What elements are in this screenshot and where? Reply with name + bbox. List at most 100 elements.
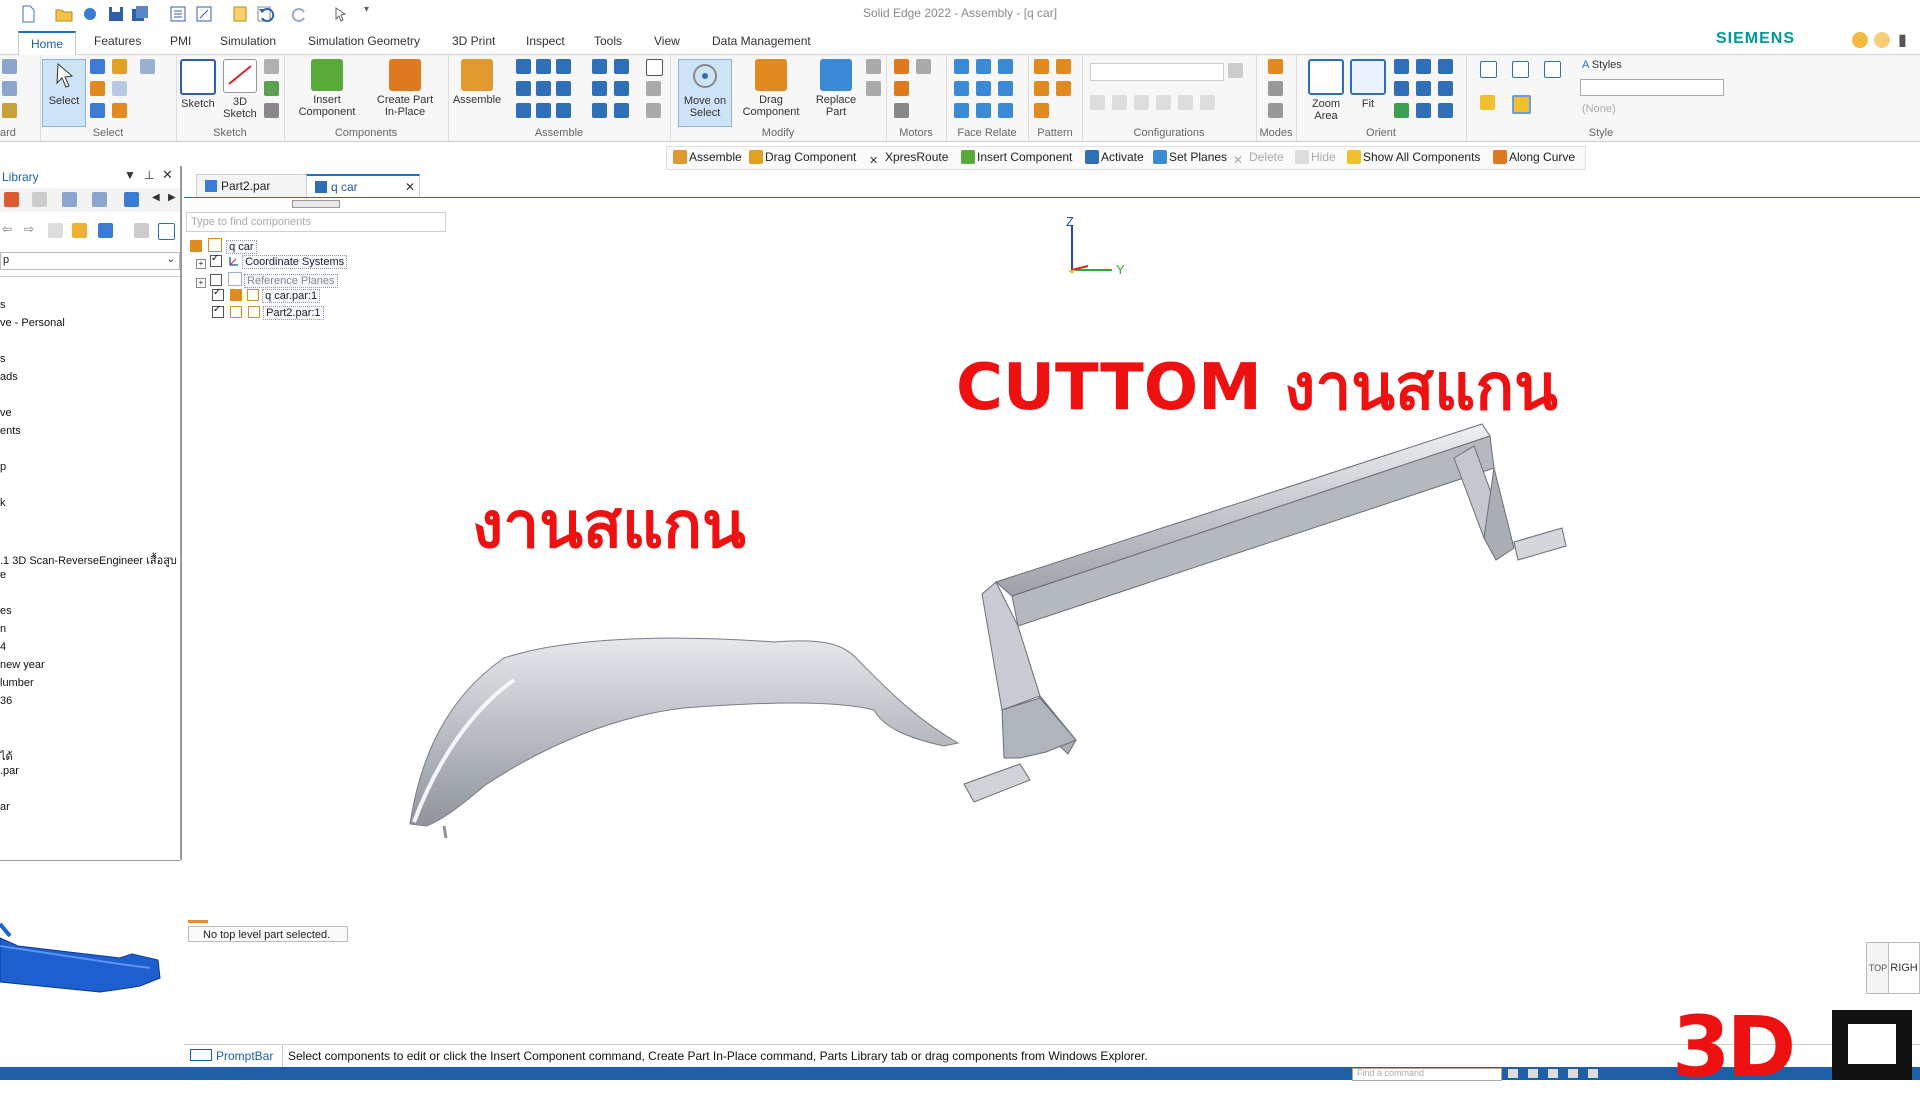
find-command-input[interactable]: Find a command	[1352, 1068, 1502, 1081]
view-cube-front-icon[interactable]	[1480, 61, 1497, 78]
select-box-icon[interactable]	[112, 81, 127, 96]
relation-assistant-icon[interactable]	[646, 103, 661, 118]
tab-tools[interactable]: Tools	[588, 34, 628, 48]
tab-features[interactable]: Features	[88, 34, 147, 48]
pattern-list-icon[interactable]	[1034, 103, 1049, 118]
list-item[interactable]: s	[0, 299, 6, 311]
tab-scroll-left-icon[interactable]: ◀	[152, 192, 160, 203]
cmd-hide[interactable]: Hide	[1295, 150, 1336, 164]
match-cs-icon[interactable]	[614, 81, 629, 96]
cmd-drag-component[interactable]: Drag Component	[749, 150, 856, 164]
custom-part[interactable]	[963, 423, 1567, 803]
close-tab-icon[interactable]: ✕	[405, 176, 415, 198]
filter-icon[interactable]	[134, 223, 149, 238]
list-item[interactable]: ads	[0, 371, 18, 383]
list-item[interactable]: ar	[0, 801, 10, 813]
promptbar-label[interactable]: PromptBar	[190, 1049, 273, 1063]
simulate-motor-icon[interactable]	[916, 59, 931, 74]
refresh-icon[interactable]	[1394, 103, 1409, 118]
mode-arrow-icon[interactable]	[1268, 103, 1283, 118]
cmd-activate[interactable]: Activate	[1085, 150, 1144, 164]
cmd-insert-component[interactable]: Insert Component	[961, 150, 1072, 164]
panel-options-icon[interactable]: ▼	[124, 168, 136, 182]
create-part-in-place-button[interactable]: Create Part In-Place	[370, 59, 440, 118]
pattern-icon[interactable]	[1034, 59, 1049, 74]
sketch-option-icon[interactable]	[264, 59, 279, 74]
list-item[interactable]: es	[0, 605, 12, 617]
relation-grid-icon[interactable]	[646, 59, 663, 76]
view-cube-right-icon[interactable]	[1544, 61, 1561, 78]
list-item[interactable]: e	[0, 569, 6, 581]
cmd-show-all-components[interactable]: Show All Components	[1347, 150, 1480, 164]
move-on-select-button[interactable]: Move on Select	[678, 59, 732, 127]
axial-align-icon[interactable]	[556, 59, 571, 74]
select-parts-icon[interactable]	[90, 103, 105, 118]
tab-view[interactable]: View	[648, 34, 686, 48]
config-icon-3[interactable]	[1134, 95, 1149, 110]
assemble-button[interactable]: Assemble	[452, 59, 502, 106]
angle-icon[interactable]	[556, 81, 571, 96]
search-tab-icon[interactable]	[32, 192, 47, 207]
animate-icon[interactable]	[894, 103, 909, 118]
status-icon-3[interactable]	[1548, 1069, 1558, 1078]
config-icon-5[interactable]	[1178, 95, 1193, 110]
3d-sketch-button[interactable]: 3D Sketch	[220, 59, 260, 120]
tab-3d-print[interactable]: 3D Print	[446, 34, 501, 48]
sketch-edit-icon[interactable]	[264, 103, 279, 118]
face-parallel-icon[interactable]	[998, 59, 1013, 74]
cam-icon[interactable]	[536, 103, 551, 118]
face-rigid-icon[interactable]	[998, 103, 1013, 118]
view-cube-top-icon[interactable]	[1512, 61, 1529, 78]
status-icon-4[interactable]	[1568, 1069, 1578, 1078]
face-perpendicular-icon[interactable]	[954, 81, 969, 96]
view-cube[interactable]: TOP RIGH	[1866, 942, 1920, 996]
face-concentric-icon[interactable]	[998, 81, 1013, 96]
list-item[interactable]: new year	[0, 659, 45, 671]
fit-button[interactable]: Fit	[1350, 59, 1386, 110]
style-select[interactable]	[1580, 79, 1724, 96]
layers-tab-icon[interactable]	[62, 192, 77, 207]
view-cube-right-face[interactable]: RIGH	[1888, 942, 1920, 994]
disperse-icon[interactable]	[866, 81, 881, 96]
doc-tab-q-car[interactable]: q car ✕	[306, 174, 420, 198]
list-item[interactable]: 36	[0, 695, 12, 707]
graphics-viewport[interactable]: Z Y CUTTOM งานสแกน งานสแกน TOP RIGH	[184, 198, 1920, 1044]
select-tool-icon[interactable]	[90, 59, 105, 74]
sketch-view-icon[interactable]	[1416, 103, 1431, 118]
select-assembly-icon[interactable]	[112, 103, 127, 118]
insert-relation-icon[interactable]	[516, 81, 531, 96]
planar-align-icon[interactable]	[536, 59, 551, 74]
motor-icon[interactable]	[894, 59, 909, 74]
tab-home[interactable]: Home	[18, 31, 77, 57]
gear-relation-icon[interactable]	[556, 103, 571, 118]
smile-feedback-icon[interactable]	[1852, 32, 1868, 48]
duplicate-icon[interactable]	[1034, 81, 1049, 96]
config-icon-1[interactable]	[1090, 95, 1105, 110]
list-item[interactable]: ents	[0, 425, 21, 437]
library-tab-icon[interactable]	[4, 192, 19, 207]
tab-data-management[interactable]: Data Management	[706, 34, 817, 48]
forward-icon[interactable]: ⇨	[24, 222, 34, 236]
insert-component-button[interactable]: Insert Component	[292, 59, 362, 118]
pathfinder-tab-icon[interactable]	[92, 192, 107, 207]
new-folder-icon[interactable]	[72, 223, 87, 238]
frown-feedback-icon[interactable]	[1874, 32, 1890, 48]
cmd-set-planes[interactable]: Set Planes	[1153, 150, 1227, 164]
list-item[interactable]: ve - Personal	[0, 317, 65, 329]
tab-simulation-geometry[interactable]: Simulation Geometry	[302, 34, 426, 48]
path-icon[interactable]	[592, 81, 607, 96]
library-location-select[interactable]: p ⌄	[0, 252, 180, 270]
face-symmetric-icon[interactable]	[976, 103, 991, 118]
tab-scroll-right-icon[interactable]: ▶	[168, 192, 176, 203]
shaded-visible-edges-icon[interactable]	[1512, 95, 1531, 114]
config-icon-6[interactable]	[1200, 95, 1215, 110]
doc-tab-part2[interactable]: Part2.par	[196, 174, 316, 198]
face-coaxial-icon[interactable]	[976, 59, 991, 74]
center-plane-icon[interactable]	[614, 59, 629, 74]
pin-icon[interactable]: ⊥	[144, 168, 154, 182]
orient-icon[interactable]	[1438, 81, 1453, 96]
zoom-icon[interactable]	[1394, 59, 1409, 74]
list-item[interactable]: s	[0, 353, 6, 365]
rotate-icon[interactable]	[1394, 81, 1409, 96]
select-button[interactable]: Select	[42, 59, 86, 127]
